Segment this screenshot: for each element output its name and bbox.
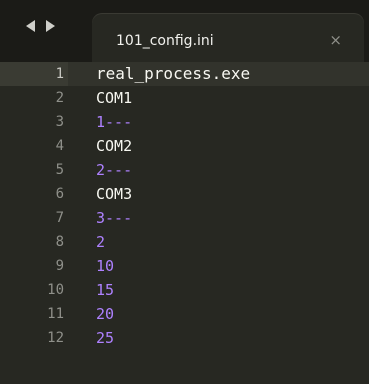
line-text: COM3 [96, 185, 133, 203]
line-number: 5 [55, 162, 64, 178]
line-text: real_process.exe [96, 64, 251, 83]
code-line[interactable]: 2 COM1 [0, 86, 369, 110]
line-number: 10 [47, 282, 64, 298]
line-number: 9 [55, 258, 64, 274]
code-line[interactable]: 3 1--- [0, 110, 369, 134]
code-line[interactable]: 7 3--- [0, 206, 369, 230]
tab-bar: 101_config.ini × [0, 0, 369, 62]
line-number: 2 [55, 90, 64, 106]
code-line[interactable]: 12 25 [0, 326, 369, 350]
code-line[interactable]: 11 20 [0, 302, 369, 326]
code-line[interactable]: 5 2--- [0, 158, 369, 182]
code-line[interactable]: 10 15 [0, 278, 369, 302]
code-line[interactable]: 4 COM2 [0, 134, 369, 158]
code-line[interactable]: 9 10 [0, 254, 369, 278]
line-text: 1--- [96, 113, 133, 131]
line-number: 1 [0, 62, 68, 86]
line-number: 12 [47, 330, 64, 346]
code-line[interactable]: 8 2 [0, 230, 369, 254]
line-number: 7 [55, 210, 64, 226]
line-number: 11 [47, 306, 64, 322]
line-text: 15 [96, 281, 115, 299]
code-line[interactable]: 6 COM3 [0, 182, 369, 206]
line-text: COM2 [96, 137, 133, 155]
tab-label: 101_config.ini [116, 33, 214, 49]
line-text: 20 [96, 305, 115, 323]
line-number: 6 [55, 186, 64, 202]
line-text: 2 [96, 233, 106, 251]
nav-right-icon[interactable] [46, 20, 55, 32]
nav-left-icon[interactable] [26, 20, 35, 32]
close-icon[interactable]: × [329, 31, 342, 49]
line-text: 2--- [96, 161, 133, 179]
line-number: 8 [55, 234, 64, 250]
line-text: 10 [96, 257, 115, 275]
line-text: 3--- [96, 209, 133, 227]
editor[interactable]: 1 real_process.exe 2 COM1 3 1--- 4 COM2 … [0, 62, 369, 384]
line-text: 25 [96, 329, 115, 347]
line-number: 3 [55, 114, 64, 130]
tab-file[interactable]: 101_config.ini × [92, 14, 364, 62]
line-text: COM1 [96, 89, 133, 107]
code-line[interactable]: 1 real_process.exe [0, 62, 369, 86]
line-number: 4 [55, 138, 64, 154]
